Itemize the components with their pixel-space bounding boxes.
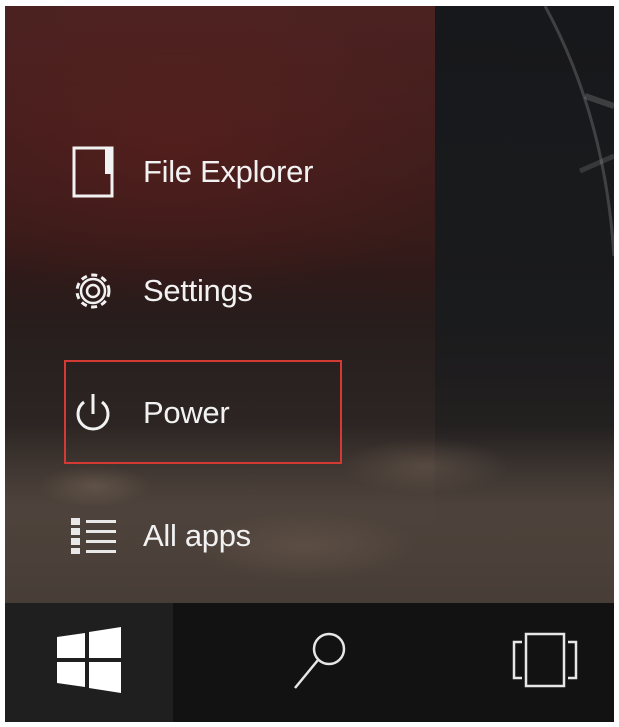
start-menu-item-label: Power <box>143 395 230 430</box>
power-icon <box>65 385 121 441</box>
task-view-button[interactable] <box>495 603 595 722</box>
start-menu-item-all-apps[interactable]: All apps <box>65 501 385 571</box>
search-button[interactable] <box>275 603 365 722</box>
gear-icon <box>65 263 121 319</box>
task-view-icon <box>510 628 580 697</box>
windows-logo-icon <box>55 627 123 698</box>
start-menu-item-label: Settings <box>143 273 253 308</box>
list-icon <box>65 508 121 564</box>
file-explorer-icon <box>65 144 121 200</box>
start-menu-item-settings[interactable]: Settings <box>65 256 385 326</box>
start-menu: File Explorer Settings Power All apps <box>5 6 614 603</box>
start-menu-item-file-explorer[interactable]: File Explorer <box>65 137 385 207</box>
search-icon <box>285 625 355 700</box>
start-menu-item-label: All apps <box>143 518 251 553</box>
start-menu-item-power[interactable]: Power <box>65 378 385 448</box>
screenshot-frame: File Explorer Settings Power All apps <box>5 6 614 722</box>
start-button[interactable] <box>5 603 173 722</box>
start-menu-item-label: File Explorer <box>143 154 314 189</box>
taskbar <box>5 603 614 722</box>
